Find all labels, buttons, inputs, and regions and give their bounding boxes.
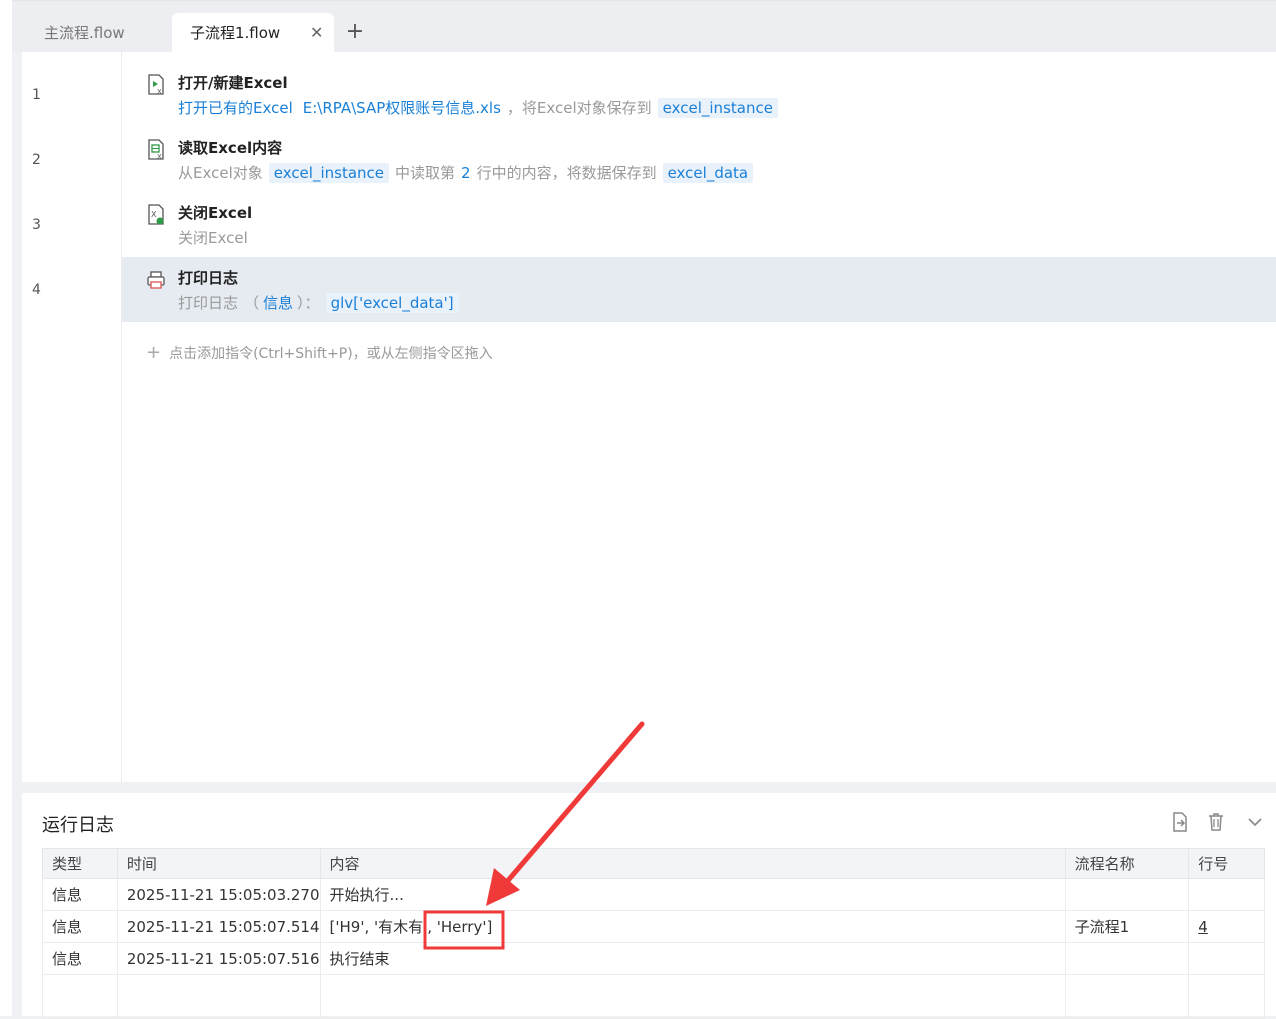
- cell-line: [1188, 942, 1265, 975]
- desc-text: （: [244, 294, 260, 312]
- desc-text: 中读取第: [395, 164, 456, 182]
- tab-bar: 主流程.flow 子流程1.flow ✕ +: [12, 0, 1276, 53]
- export-log-icon[interactable]: [1169, 811, 1191, 833]
- step-open-excel[interactable]: X 打开/新建Excel 打开已有的Excel E:\RPA\SAP权限账号信息…: [122, 62, 1276, 127]
- cell-content: ['H9', '有木有', 'Herry']: [319, 910, 1066, 943]
- plus-icon: +: [146, 342, 162, 363]
- desc-text: 行中的内容，将数据保存到: [476, 164, 657, 182]
- cell-time: 2025-11-21 15:05:07.516: [116, 942, 321, 975]
- left-edge-strip: [0, 0, 12, 1016]
- run-log-panel: 运行日志 类型 时间 内容 流程名称 行号 信息 2025-11-21 15:0…: [22, 793, 1276, 1019]
- step-read-excel[interactable]: X 读取Excel内容 从Excel对象 excel_instance 中读取第…: [122, 127, 1276, 192]
- cell-flow: 子流程1: [1064, 910, 1190, 943]
- column-header[interactable]: 内容: [319, 848, 1066, 879]
- svg-text:X: X: [151, 210, 157, 219]
- table-empty-row: [42, 974, 1265, 1019]
- variable-chip[interactable]: excel_data: [662, 162, 754, 183]
- column-header[interactable]: 时间: [116, 848, 321, 879]
- step-title: 打印日志: [178, 269, 239, 287]
- line-number: 2: [32, 152, 41, 168]
- line-number: 3: [32, 217, 41, 233]
- svg-text:X: X: [157, 88, 162, 96]
- add-command-prompt[interactable]: + 点击添加指令(Ctrl+Shift+P)，或从左侧指令区拖入: [146, 342, 493, 363]
- line-number-gutter: 1 2 3 4: [22, 52, 122, 782]
- tab-subflow-1[interactable]: 子流程1.flow ✕: [172, 13, 334, 53]
- step-description: 打开已有的Excel E:\RPA\SAP权限账号信息.xls ， 将Excel…: [178, 97, 784, 118]
- table-header-row: 类型 时间 内容 流程名称 行号: [42, 848, 1265, 879]
- desc-text: 将Excel对象保存到: [521, 99, 652, 117]
- line-number: 1: [32, 87, 41, 103]
- tab-main-flow[interactable]: 主流程.flow: [24, 13, 172, 53]
- desc-text: 从Excel对象: [178, 164, 263, 182]
- step-close-excel[interactable]: X 关闭Excel 关闭Excel: [122, 192, 1276, 257]
- row-number-value[interactable]: 2: [461, 164, 471, 182]
- cell-flow: [1064, 878, 1190, 911]
- cell-type: 信息: [42, 878, 118, 911]
- step-description: 关闭Excel: [178, 227, 248, 248]
- cell-type: 信息: [42, 942, 118, 975]
- cell-flow: [1064, 942, 1190, 975]
- step-print-log[interactable]: 打印日志 打印日志 （ 信息 ）： glv['excel_data']: [122, 257, 1276, 322]
- trash-icon[interactable]: [1205, 811, 1227, 833]
- variable-chip[interactable]: excel_instance: [268, 162, 390, 183]
- column-header[interactable]: 流程名称: [1064, 848, 1190, 879]
- variable-chip[interactable]: excel_instance: [657, 97, 778, 118]
- tab-label: 子流程1.flow: [190, 24, 281, 42]
- desc-text: ）：: [297, 294, 320, 312]
- cell-content: 执行结束: [319, 942, 1066, 975]
- cell-content: 开始执行...: [319, 878, 1066, 911]
- step-title: 关闭Excel: [178, 204, 253, 222]
- excel-close-icon: X: [148, 204, 164, 225]
- flow-editor: 1 2 3 4 X 打开/新建Excel 打开已有的Excel E:\RPA\S…: [22, 52, 1276, 782]
- cell-line: [1188, 878, 1265, 911]
- table-row[interactable]: 信息 2025-11-21 15:05:03.270 开始执行...: [42, 878, 1265, 911]
- table-row[interactable]: 信息 2025-11-21 15:05:07.516 执行结束: [42, 942, 1265, 975]
- tab-label: 主流程.flow: [44, 24, 125, 42]
- column-header[interactable]: 行号: [1188, 848, 1265, 879]
- line-number-link[interactable]: 4: [1198, 918, 1208, 936]
- desc-text: 关闭Excel: [178, 229, 248, 247]
- step-title: 打开/新建Excel: [178, 74, 288, 92]
- cell-type: 信息: [42, 910, 118, 943]
- mode-link[interactable]: 打开已有的Excel: [178, 97, 293, 118]
- desc-text: 打印日志: [178, 294, 239, 312]
- log-level-link[interactable]: 信息: [263, 292, 293, 313]
- step-title: 读取Excel内容: [178, 139, 283, 157]
- table-row[interactable]: 信息 2025-11-21 15:05:07.514 ['H9', '有木有',…: [42, 910, 1265, 943]
- excel-open-icon: X: [148, 74, 164, 96]
- column-header[interactable]: 类型: [42, 848, 118, 879]
- variable-chip[interactable]: glv['excel_data']: [325, 292, 459, 313]
- desc-text: ，: [506, 99, 522, 117]
- excel-read-icon: X: [148, 139, 164, 161]
- printer-icon: [147, 271, 165, 289]
- log-table: 类型 时间 内容 流程名称 行号 信息 2025-11-21 15:05:03.…: [42, 848, 1265, 1019]
- close-icon[interactable]: ✕: [310, 13, 324, 53]
- step-description: 从Excel对象 excel_instance 中读取第 2 行中的内容，将数据…: [178, 162, 759, 183]
- svg-text:X: X: [157, 153, 162, 161]
- file-path-value[interactable]: E:\RPA\SAP权限账号信息.xls: [303, 97, 501, 118]
- add-command-text: 点击添加指令(Ctrl+Shift+P)，或从左侧指令区拖入: [169, 346, 493, 362]
- step-description: 打印日志 （ 信息 ）： glv['excel_data']: [178, 292, 465, 313]
- line-number: 4: [32, 282, 41, 298]
- chevron-down-icon[interactable]: [1244, 811, 1266, 833]
- log-panel-title: 运行日志: [42, 815, 114, 836]
- cell-time: 2025-11-21 15:05:07.514: [116, 910, 321, 943]
- add-tab-button[interactable]: +: [344, 21, 366, 43]
- cell-time: 2025-11-21 15:05:03.270: [116, 878, 321, 911]
- cell-line[interactable]: 4: [1188, 910, 1265, 943]
